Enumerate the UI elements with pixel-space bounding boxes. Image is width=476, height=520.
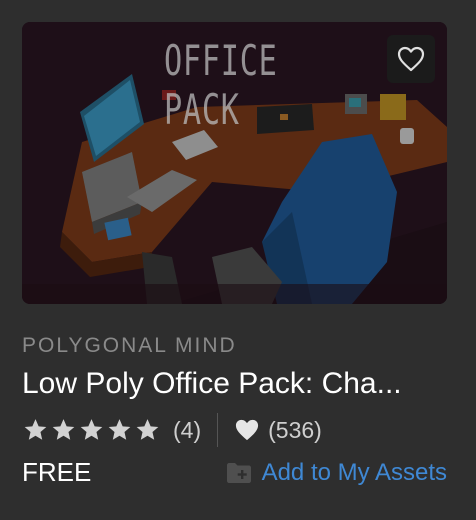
- star-icon: [80, 419, 103, 440]
- folder-add-icon: [226, 462, 251, 483]
- asset-thumbnail[interactable]: OFFICE PACK: [22, 22, 447, 304]
- heart-filled-icon: [236, 419, 259, 441]
- rating-row: (4) (536): [22, 413, 447, 447]
- add-to-my-assets-button[interactable]: Add to My Assets: [226, 459, 447, 487]
- star-icon: [136, 419, 159, 440]
- star-icon: [108, 419, 131, 440]
- publisher-name[interactable]: POLYGONAL MIND: [22, 334, 447, 358]
- rating-stars: [22, 417, 161, 443]
- favorite-button[interactable]: [387, 35, 435, 83]
- divider: [217, 413, 219, 447]
- asset-card[interactable]: OFFICE PACK POLYGONAL MIND Low Poly Offi…: [22, 22, 447, 488]
- rating-count: (4): [173, 416, 202, 443]
- thumbnail-title-text: OFFICE PACK: [164, 36, 278, 134]
- price-label: FREE: [22, 457, 92, 487]
- star-icon: [24, 419, 47, 440]
- heart-outline-icon: [397, 46, 425, 72]
- asset-title[interactable]: Low Poly Office Pack: Cha...: [22, 367, 447, 401]
- likes-count: (536): [268, 416, 322, 443]
- star-icon: [52, 419, 75, 440]
- add-to-my-assets-label: Add to My Assets: [261, 458, 447, 486]
- price-row: FREE Add to My Assets: [22, 457, 447, 488]
